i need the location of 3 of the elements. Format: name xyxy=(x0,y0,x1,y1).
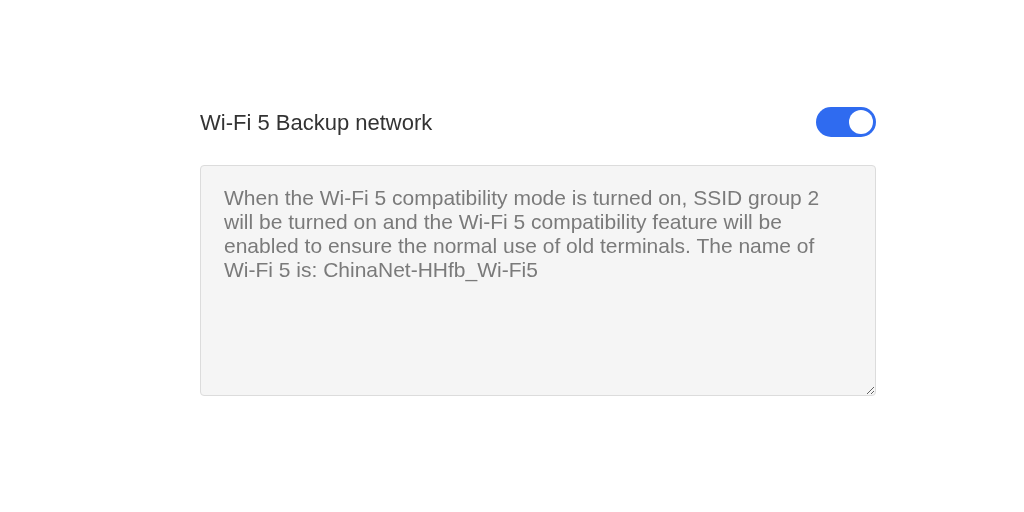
setting-label: Wi-Fi 5 Backup network xyxy=(200,108,433,137)
description-field[interactable]: When the Wi-Fi 5 compatibility mode is turned on, SSID group 2 will be turned on and the Wi-Fi 5 compatibility feature will be enabled to ensure the normal use of old terminals. The name of Wi-Fi 5 is: ChinaNet-HHfb_Wi-Fi5 xyxy=(200,165,876,396)
toggle-switch[interactable] xyxy=(816,107,876,137)
